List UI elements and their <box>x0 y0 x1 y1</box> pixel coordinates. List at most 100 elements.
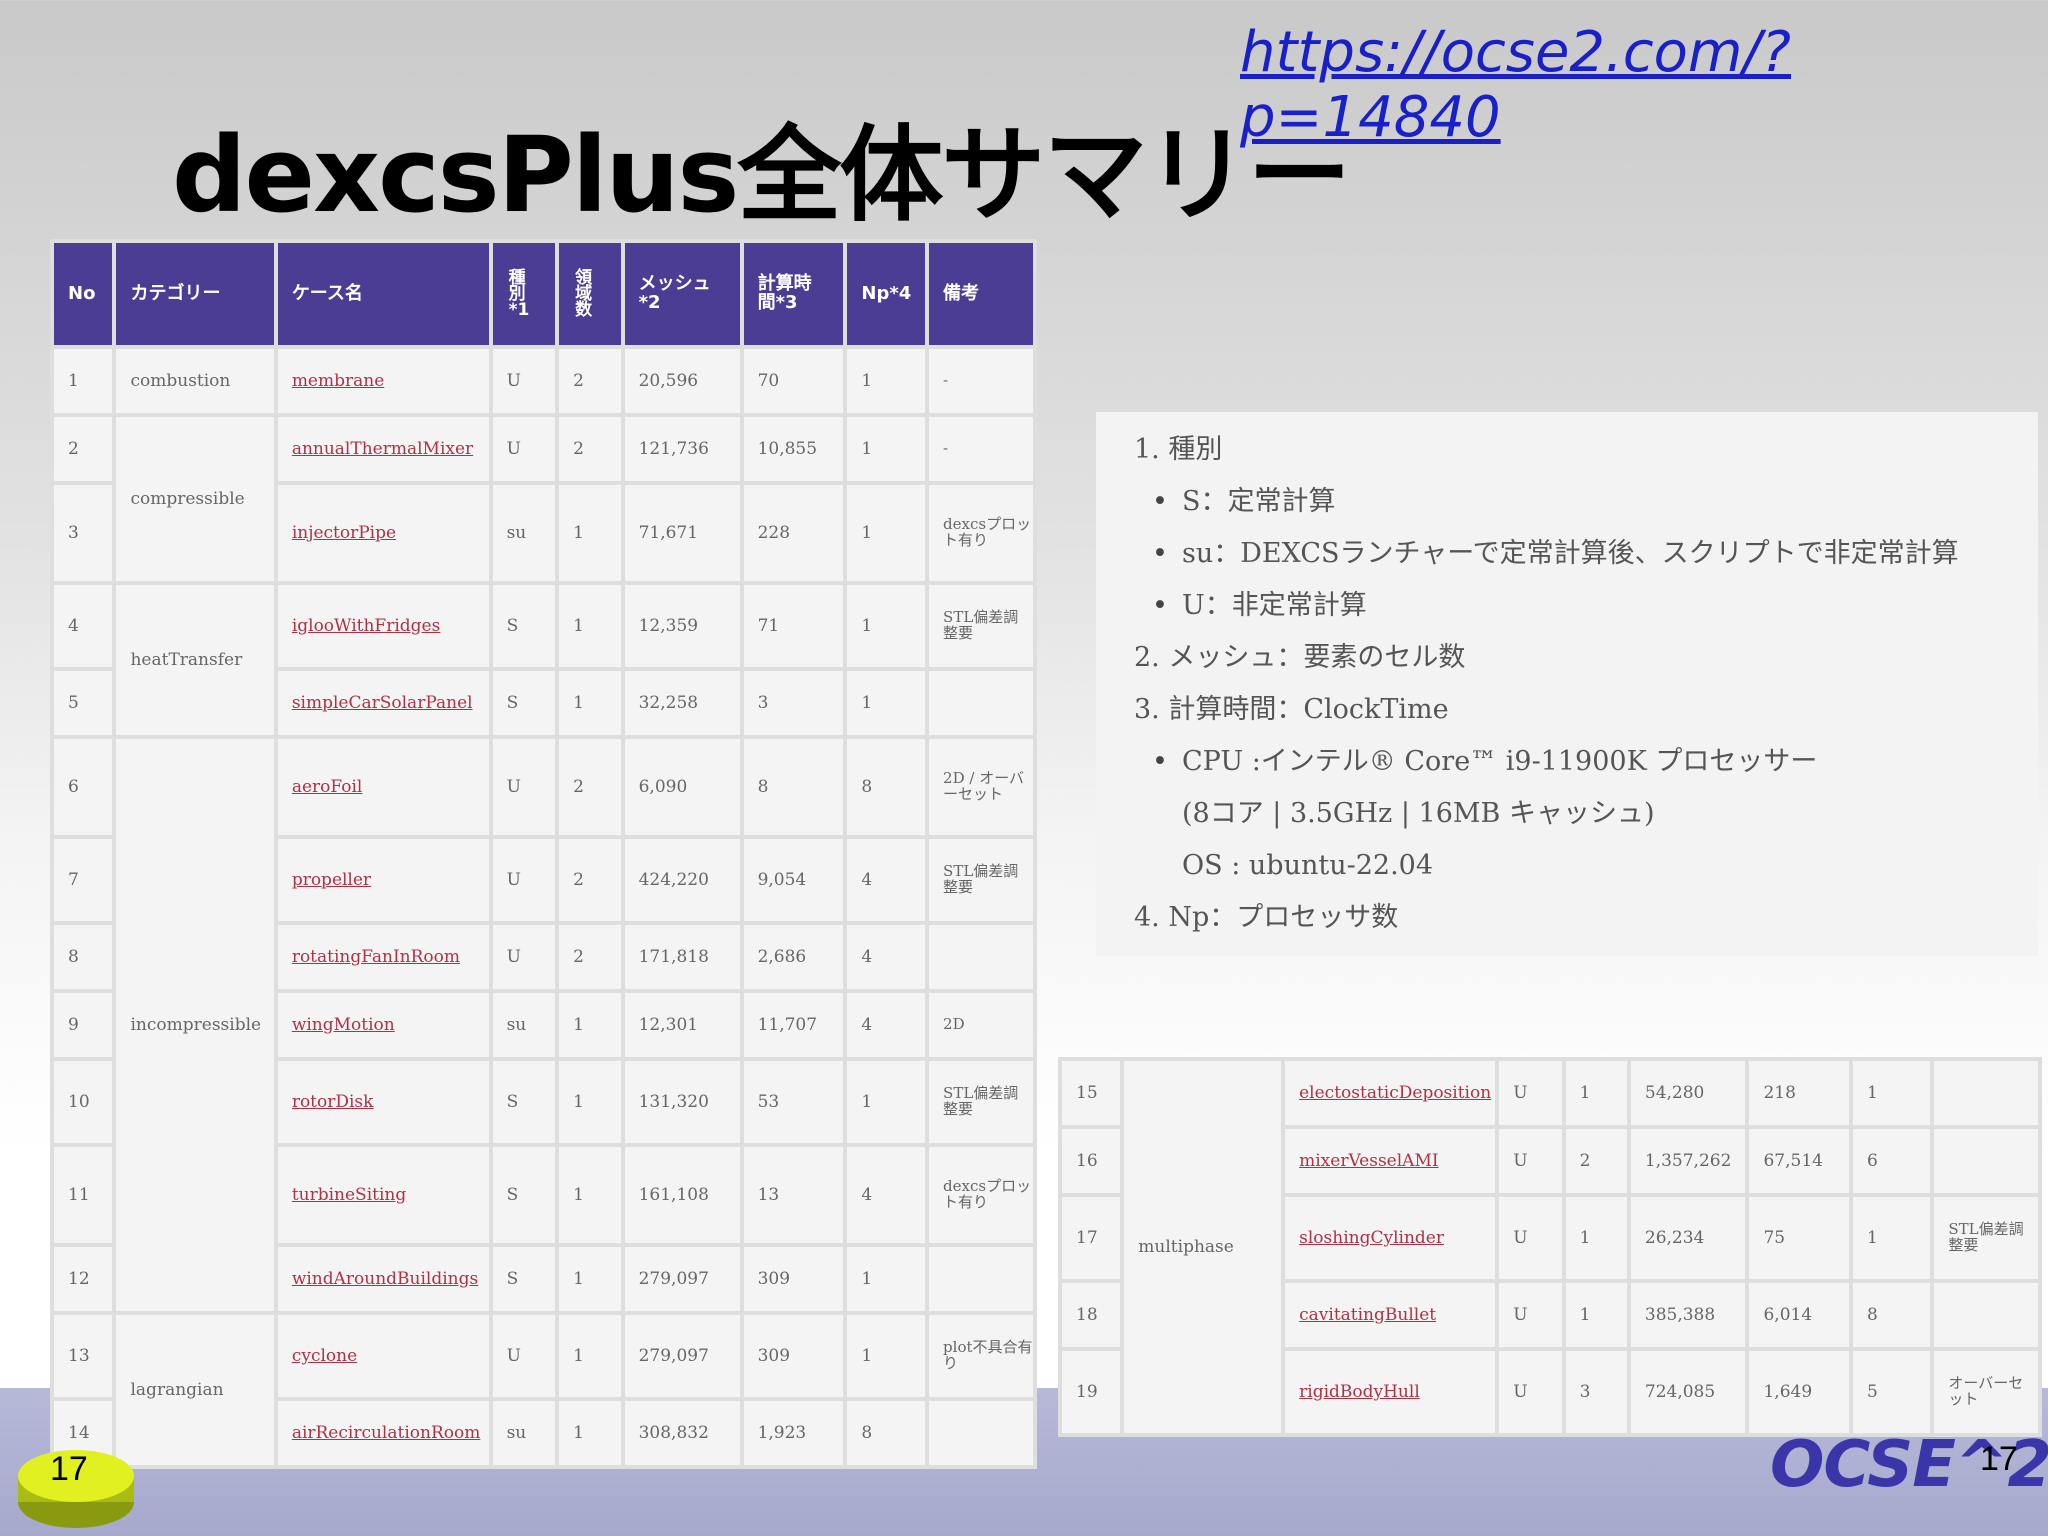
cell-case[interactable]: simpleCarSolarPanel <box>277 671 489 735</box>
cell-category: heatTransfer <box>116 585 274 735</box>
case-link[interactable]: rotorDisk <box>292 1092 374 1112</box>
header-case-name: ケース名 <box>277 243 489 345</box>
note-np: 4. Np：プロセッサ数 <box>1134 902 1399 933</box>
source-url-link[interactable]: https://ocse2.com/?p=14840 <box>1240 20 2048 150</box>
cell-case[interactable]: cyclone <box>277 1315 489 1397</box>
case-link[interactable]: airRecirculationRoom <box>292 1423 481 1443</box>
cell-case[interactable]: membrane <box>277 349 489 413</box>
cell-case[interactable]: annualThermalMixer <box>277 417 489 481</box>
cell-note: 2D <box>929 993 1033 1057</box>
case-link[interactable]: windAroundBuildings <box>292 1269 478 1289</box>
case-link[interactable]: rigidBodyHull <box>1299 1382 1420 1402</box>
cell-case[interactable]: windAroundBuildings <box>277 1247 489 1311</box>
cell-regions: 2 <box>1565 1129 1627 1193</box>
cell-case[interactable]: sloshingCylinder <box>1285 1197 1496 1279</box>
cell-regions: 1 <box>559 1061 621 1143</box>
cell-case[interactable]: injectorPipe <box>277 485 489 581</box>
case-link[interactable]: sloshingCylinder <box>1299 1228 1444 1248</box>
cell-np: 4 <box>847 993 926 1057</box>
case-link[interactable]: aeroFoil <box>292 777 363 797</box>
note-cpu: CPU :インテル® Core™ i9-11900K プロセッサー <box>1152 736 2038 788</box>
cell-regions: 1 <box>559 993 621 1057</box>
cell-no: 17 <box>1062 1197 1121 1279</box>
case-link[interactable]: wingMotion <box>292 1015 395 1035</box>
note-calc-time: 3. 計算時間：ClockTime <box>1134 694 1449 725</box>
cell-case[interactable]: rotatingFanInRoom <box>277 925 489 989</box>
cell-regions: 3 <box>1565 1351 1627 1433</box>
cell-no: 11 <box>54 1147 113 1243</box>
cell-mesh: 279,097 <box>624 1247 740 1311</box>
cell-mesh: 71,671 <box>624 485 740 581</box>
cell-mesh: 131,320 <box>624 1061 740 1143</box>
case-link[interactable]: annualThermalMixer <box>292 439 473 459</box>
cell-case[interactable]: rigidBodyHull <box>1285 1351 1496 1433</box>
cell-case[interactable]: turbineSiting <box>277 1147 489 1243</box>
cell-kind: S <box>492 585 556 667</box>
cell-category: multiphase <box>1124 1061 1282 1433</box>
cell-kind: U <box>492 349 556 413</box>
cell-np: 1 <box>847 349 926 413</box>
cell-case[interactable]: cavitatingBullet <box>1285 1283 1496 1347</box>
cell-case[interactable]: mixerVesselAMI <box>1285 1129 1496 1193</box>
case-link[interactable]: membrane <box>292 371 384 391</box>
cell-note <box>929 1247 1033 1311</box>
cell-np: 4 <box>847 839 926 921</box>
cell-note <box>929 925 1033 989</box>
case-link[interactable]: cavitatingBullet <box>1299 1305 1436 1325</box>
slide-title: dexcsPlus全体サマリー <box>172 114 1351 236</box>
cell-case[interactable]: aeroFoil <box>277 739 489 835</box>
cell-note: - <box>929 417 1033 481</box>
cell-kind: U <box>492 417 556 481</box>
cell-kind: U <box>492 739 556 835</box>
cell-case[interactable]: electostaticDeposition <box>1285 1061 1496 1125</box>
cell-no: 4 <box>54 585 113 667</box>
cell-no: 9 <box>54 993 113 1057</box>
case-link[interactable]: mixerVesselAMI <box>1299 1151 1438 1171</box>
cell-kind: U <box>492 925 556 989</box>
cell-category: combustion <box>116 349 274 413</box>
cell-no: 1 <box>54 349 113 413</box>
cell-np: 1 <box>847 485 926 581</box>
cell-regions: 1 <box>559 1147 621 1243</box>
cell-np: 1 <box>847 1247 926 1311</box>
cell-mesh: 32,258 <box>624 671 740 735</box>
cell-note <box>1934 1061 2038 1125</box>
case-link[interactable]: propeller <box>292 870 371 890</box>
cell-np: 1 <box>847 1315 926 1397</box>
cell-time: 53 <box>743 1061 844 1143</box>
case-link[interactable]: iglooWithFridges <box>292 616 441 636</box>
cell-case[interactable]: airRecirculationRoom <box>277 1401 489 1465</box>
cell-regions: 1 <box>559 1247 621 1311</box>
case-link[interactable]: rotatingFanInRoom <box>292 947 460 967</box>
cell-regions: 1 <box>1565 1283 1627 1347</box>
case-link[interactable]: simpleCarSolarPanel <box>292 693 473 713</box>
cell-case[interactable]: propeller <box>277 839 489 921</box>
cell-time: 10,855 <box>743 417 844 481</box>
cell-case[interactable]: wingMotion <box>277 993 489 1057</box>
page-number-left: 17 <box>50 1450 88 1488</box>
cell-np: 1 <box>847 1061 926 1143</box>
cell-np: 1 <box>1852 1197 1931 1279</box>
case-link[interactable]: injectorPipe <box>292 523 396 543</box>
cell-case[interactable]: rotorDisk <box>277 1061 489 1143</box>
cell-np: 6 <box>1852 1129 1931 1193</box>
note-kind-su: su：DEXCSランチャーで定常計算後、スクリプトで非定常計算 <box>1152 528 2038 580</box>
cell-kind: U <box>492 839 556 921</box>
table-row: 2 compressible annualThermalMixer U 2 12… <box>54 417 1033 581</box>
cell-time: 9,054 <box>743 839 844 921</box>
cell-np: 1 <box>847 585 926 667</box>
cell-no: 13 <box>54 1315 113 1397</box>
header-calc-time: 計算時 間*3 <box>743 243 844 345</box>
cell-mesh: 424,220 <box>624 839 740 921</box>
case-link[interactable]: cyclone <box>292 1346 357 1366</box>
case-link[interactable]: electostaticDeposition <box>1299 1083 1491 1103</box>
cell-note <box>929 671 1033 735</box>
cell-case[interactable]: iglooWithFridges <box>277 585 489 667</box>
cell-note: STL偏差調整要 <box>929 585 1033 667</box>
page-number-right: 17 <box>1980 1440 2018 1478</box>
cell-note: STL偏差調整要 <box>1934 1197 2038 1279</box>
cell-regions: 1 <box>1565 1061 1627 1125</box>
cell-note: オーバーセット <box>1934 1351 2038 1433</box>
case-link[interactable]: turbineSiting <box>292 1185 406 1205</box>
cell-time: 8 <box>743 739 844 835</box>
